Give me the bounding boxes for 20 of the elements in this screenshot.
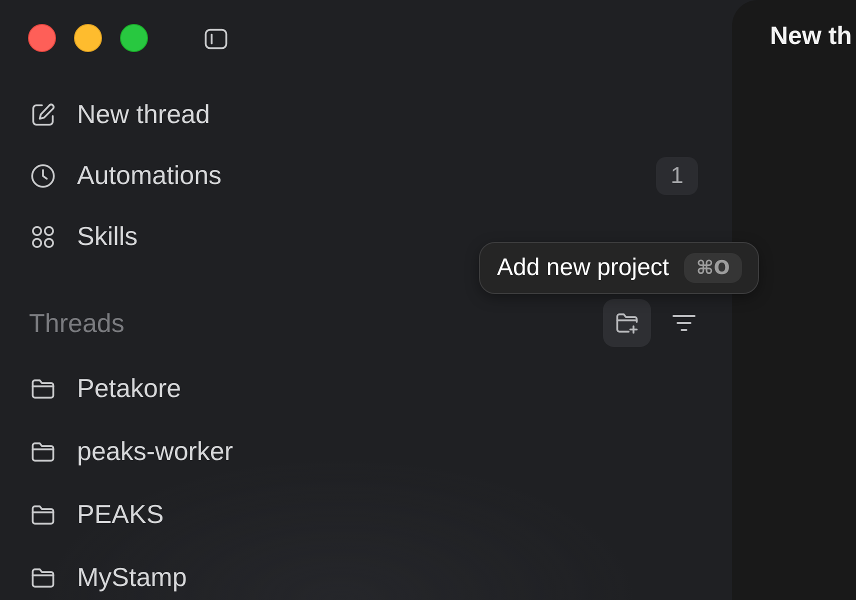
clock-icon	[30, 162, 56, 188]
sidebar-item[interactable]: Skills	[28, 221, 138, 252]
project-item[interactable]: Petakore	[28, 373, 182, 404]
project-item[interactable]: MyStamp	[28, 562, 187, 593]
zoom-icon[interactable]	[120, 24, 148, 52]
section-heading: Threads	[29, 308, 124, 338]
project-item[interactable]: PEAKS	[28, 499, 164, 530]
minimize-icon[interactable]	[74, 24, 102, 52]
sidebar-item[interactable]: New thread	[28, 99, 210, 130]
project-item[interactable]: peaks-worker	[28, 436, 234, 467]
close-icon[interactable]	[28, 24, 56, 52]
sidebar-icon[interactable]	[203, 26, 229, 52]
count-badge: 1	[656, 156, 698, 194]
grid-icon	[30, 224, 56, 250]
compose-icon	[30, 102, 56, 128]
shortcut-key: ⌘O	[684, 253, 742, 283]
sidebar-item[interactable]: Automations	[28, 160, 222, 191]
thread-title: New th	[770, 21, 852, 51]
add-project-button[interactable]	[603, 299, 651, 347]
tooltip-text: Add new project	[497, 254, 670, 282]
